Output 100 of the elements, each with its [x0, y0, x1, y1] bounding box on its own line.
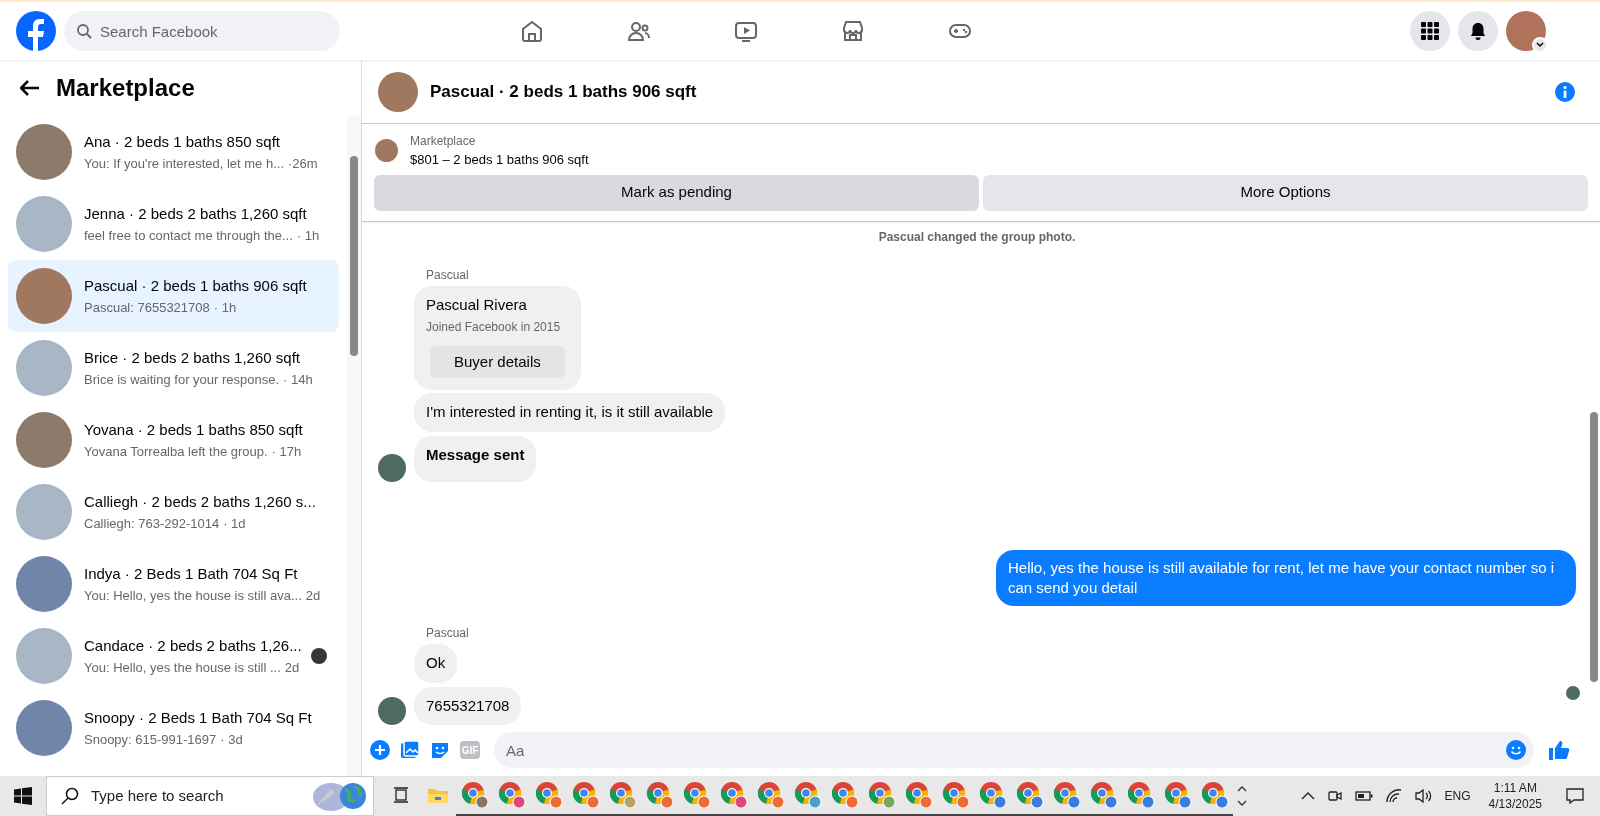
- browser-icon[interactable]: [1163, 781, 1192, 809]
- listing-photo: [16, 412, 72, 468]
- browser-icon[interactable]: [682, 781, 711, 809]
- browser-icon[interactable]: [1200, 781, 1229, 809]
- listing-summary: $801 – 2 beds 1 baths 906 sqft: [410, 151, 589, 169]
- sender-name: Pascual: [426, 625, 470, 642]
- browser-icon[interactable]: [1015, 781, 1044, 809]
- message-preview: You: Hello, yes the house is still ava...: [84, 586, 302, 605]
- listing-photo: [16, 196, 72, 252]
- language-indicator[interactable]: ENG: [1444, 787, 1471, 805]
- chevron-icon[interactable]: [1532, 37, 1548, 53]
- listing-photo: [378, 71, 418, 112]
- conversation-title: Yovana · 2 beds 1 baths 850 sqft: [84, 420, 304, 440]
- windows-icon[interactable]: [14, 787, 32, 805]
- conversation-title: Snoopy · 2 Beds 1 Bath 704 Sq Ft: [84, 708, 313, 728]
- emoji-icon[interactable]: [1506, 740, 1526, 760]
- message-preview: Calliegh: 763-292-1014: [84, 514, 220, 533]
- pending-button[interactable]: Mark as pending: [374, 174, 979, 211]
- speaker-icon[interactable]: [1414, 788, 1433, 804]
- listing-thumbnail: [375, 139, 398, 163]
- browser-icon[interactable]: [1089, 781, 1118, 809]
- browser-icon[interactable]: [608, 781, 637, 809]
- grid-icon: [1420, 21, 1440, 41]
- listing-label: Marketplace: [410, 133, 477, 150]
- scrollbar[interactable]: [347, 116, 361, 776]
- timestamp: · 17h: [271, 442, 302, 461]
- image-icon[interactable]: [400, 740, 420, 760]
- message-preview: feel free to contact me through the...: [84, 226, 293, 245]
- browser-icon[interactable]: [497, 781, 526, 809]
- profile-name: Pascual Rivera: [426, 294, 528, 315]
- sidebar-title: Marketplace: [56, 73, 195, 103]
- camera-icon[interactable]: [1326, 788, 1343, 804]
- browser-icon[interactable]: [719, 781, 748, 809]
- search-icon: [61, 787, 79, 805]
- clock[interactable]: 1:11 AM 4/13/2025: [1482, 780, 1548, 812]
- timestamp: · 3d: [220, 730, 243, 749]
- notification-center-icon[interactable]: [1566, 787, 1584, 805]
- browser-icon[interactable]: [830, 781, 859, 809]
- back-arrow-icon[interactable]: [20, 80, 40, 96]
- conversation-title: Candace · 2 beds 2 baths 1,26...: [84, 636, 299, 656]
- bell-icon: [1468, 21, 1488, 41]
- timestamp: ·26m: [288, 154, 318, 173]
- search-icon: [76, 23, 92, 39]
- task-view-icon[interactable]: [391, 786, 410, 804]
- message-bubble: Hello, yes the house is still available for rent, let me have your contact number so i can send you detail: [996, 550, 1576, 606]
- timestamp: · 14h: [283, 370, 313, 389]
- chevron-up-icon[interactable]: [1237, 785, 1247, 793]
- store-icon[interactable]: [841, 19, 865, 43]
- listing-photo: [16, 484, 72, 540]
- browser-icon[interactable]: [571, 781, 600, 809]
- message-bubble: I'm interested in renting it, is it still available: [414, 393, 726, 432]
- sender-name: Pascual: [426, 266, 470, 284]
- conversation-title: Pascual · 2 beds 1 baths 906 sqft: [84, 276, 308, 296]
- timestamp: 2d: [284, 658, 300, 677]
- browser-icon[interactable]: [756, 781, 785, 809]
- taskbar-search-field[interactable]: Type here to search: [46, 776, 374, 816]
- battery-icon[interactable]: [1354, 790, 1373, 802]
- chevron-down-icon[interactable]: [1237, 799, 1247, 807]
- timestamp: · 1h: [213, 298, 237, 317]
- browser-icon[interactable]: [645, 781, 674, 809]
- message-bubble: Message sent: [414, 435, 537, 482]
- options-button[interactable]: More Options: [983, 174, 1588, 211]
- browser-icon[interactable]: [1126, 781, 1155, 809]
- buyer-details-button[interactable]: Buyer details: [430, 346, 565, 378]
- conversation-item[interactable]: Pascual · 2 beds 1 baths 906 sqft Pascual: 7655321708 · 1h: [8, 260, 339, 332]
- timestamp: · 1h: [296, 226, 320, 245]
- like-icon[interactable]: [1548, 739, 1570, 761]
- profile-detail: Joined Facebook in 2015: [426, 319, 562, 336]
- info-icon[interactable]: [1554, 80, 1576, 103]
- notifications-button[interactable]: [1458, 11, 1498, 51]
- listing-photo: [16, 268, 72, 324]
- search-field[interactable]: Search Facebook: [64, 11, 340, 51]
- home-icon[interactable]: [520, 19, 544, 43]
- browser-icon[interactable]: [793, 781, 822, 809]
- listing-photo: [16, 340, 72, 396]
- listing-photo: [16, 628, 72, 684]
- profile-avatar[interactable]: [1506, 11, 1546, 51]
- caret-up-icon[interactable]: [1300, 791, 1315, 801]
- browser-icon[interactable]: [534, 781, 563, 809]
- sticker-icon[interactable]: [430, 740, 450, 760]
- timestamp: · 1d: [223, 514, 246, 533]
- folder-icon[interactable]: [426, 786, 449, 804]
- menu-button[interactable]: [1410, 11, 1450, 51]
- browser-icon[interactable]: [941, 781, 970, 809]
- add-icon[interactable]: [370, 740, 390, 760]
- friends-icon[interactable]: [627, 19, 651, 43]
- message-field[interactable]: Aa: [494, 732, 1534, 768]
- listing-photo: [16, 556, 72, 612]
- browser-icon[interactable]: [978, 781, 1007, 809]
- message-preview: You: Hello, yes the house is still ...: [84, 658, 281, 677]
- wifi-icon[interactable]: [1384, 788, 1403, 804]
- message-preview: Snoopy: 615-991-1697: [84, 730, 217, 749]
- browser-icon[interactable]: [1052, 781, 1081, 809]
- timestamp: 2d: [305, 586, 321, 605]
- logo-icon[interactable]: [16, 11, 56, 51]
- browser-icon[interactable]: [460, 781, 489, 809]
- browser-icon[interactable]: [904, 781, 933, 809]
- video-icon[interactable]: [734, 19, 758, 43]
- browser-icon[interactable]: [867, 781, 896, 809]
- seen-avatar: [1566, 686, 1580, 700]
